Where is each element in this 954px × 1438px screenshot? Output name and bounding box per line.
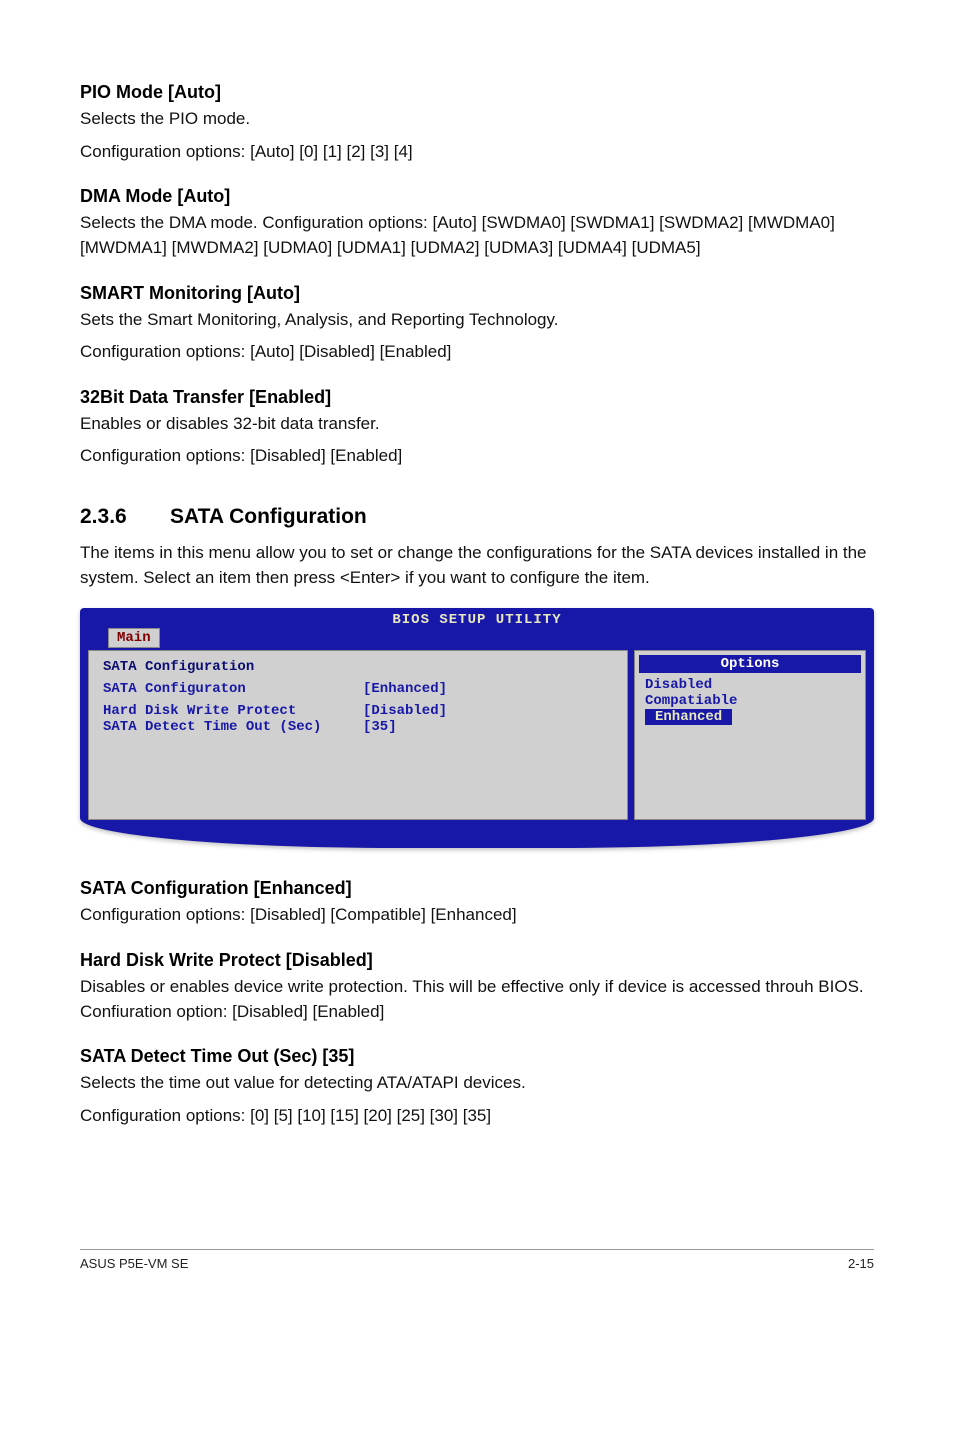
bios-option-disabled[interactable]: Disabled: [635, 677, 865, 693]
text-32bit-opts: Configuration options: [Disabled] [Enabl…: [80, 444, 874, 469]
bios-body: SATA Configuration SATA Configuraton [En…: [80, 648, 874, 848]
text-pio-opts: Configuration options: [Auto] [0] [1] [2…: [80, 140, 874, 165]
bios-row-value: [Enhanced]: [363, 681, 447, 697]
text-sata-cfg-enh: Configuration options: [Disabled] [Compa…: [80, 903, 874, 928]
text-dma-body: Selects the DMA mode. Configuration opti…: [80, 211, 874, 260]
heading-sata-config-section: 2.3.6SATA Configuration: [80, 505, 874, 529]
heading-pio-mode: PIO Mode [Auto]: [80, 82, 874, 103]
text-sata-section-body: The items in this menu allow you to set …: [80, 541, 874, 590]
bios-row-label: SATA Configuraton: [103, 681, 363, 697]
text-hdwp: Disables or enables device write protect…: [80, 975, 874, 1024]
heading-sata-cfg-enh: SATA Configuration [Enhanced]: [80, 878, 874, 899]
text-32bit-desc: Enables or disables 32-bit data transfer…: [80, 412, 874, 437]
section-number: 2.3.6: [80, 505, 170, 529]
bios-option-compatiable[interactable]: Compatiable: [635, 693, 865, 709]
bios-row-sata-config[interactable]: SATA Configuraton [Enhanced]: [103, 681, 613, 697]
heading-sata-timeout: SATA Detect Time Out (Sec) [35]: [80, 1046, 874, 1067]
bios-row-label: Hard Disk Write Protect: [103, 703, 363, 719]
bios-row-timeout[interactable]: SATA Detect Time Out (Sec) [35]: [103, 719, 613, 735]
text-sata-timeout-opts: Configuration options: [0] [5] [10] [15]…: [80, 1104, 874, 1129]
bios-title: BIOS SETUP UTILITY: [80, 608, 874, 628]
heading-smart: SMART Monitoring [Auto]: [80, 283, 874, 304]
text-smart-opts: Configuration options: [Auto] [Disabled]…: [80, 340, 874, 365]
bios-settings-panel: SATA Configuration SATA Configuraton [En…: [88, 650, 628, 820]
footer-right: 2-15: [848, 1256, 874, 1271]
bios-panel: BIOS SETUP UTILITY Main SATA Configurati…: [80, 608, 874, 848]
text-pio-desc: Selects the PIO mode.: [80, 107, 874, 132]
page: PIO Mode [Auto] Selects the PIO mode. Co…: [0, 0, 954, 1311]
page-footer: ASUS P5E-VM SE 2-15: [80, 1249, 874, 1271]
heading-dma-mode: DMA Mode [Auto]: [80, 186, 874, 207]
bios-row-label: SATA Detect Time Out (Sec): [103, 719, 363, 735]
bios-options-header: Options: [639, 655, 861, 673]
bios-row-value: [Disabled]: [363, 703, 447, 719]
bios-row-hdwp[interactable]: Hard Disk Write Protect [Disabled]: [103, 703, 613, 719]
bios-tab-main[interactable]: Main: [108, 628, 160, 648]
bios-panel-header: SATA Configuration: [103, 659, 613, 675]
text-sata-timeout-desc: Selects the time out value for detecting…: [80, 1071, 874, 1096]
section-title: SATA Configuration: [170, 505, 367, 528]
heading-32bit: 32Bit Data Transfer [Enabled]: [80, 387, 874, 408]
bios-option-enhanced[interactable]: Enhanced: [645, 709, 732, 725]
text-smart-desc: Sets the Smart Monitoring, Analysis, and…: [80, 308, 874, 333]
heading-hdwp: Hard Disk Write Protect [Disabled]: [80, 950, 874, 971]
bios-row-value: [35]: [363, 719, 397, 735]
bios-options-panel: Options Disabled Compatiable Enhanced: [634, 650, 866, 820]
footer-left: ASUS P5E-VM SE: [80, 1256, 188, 1271]
